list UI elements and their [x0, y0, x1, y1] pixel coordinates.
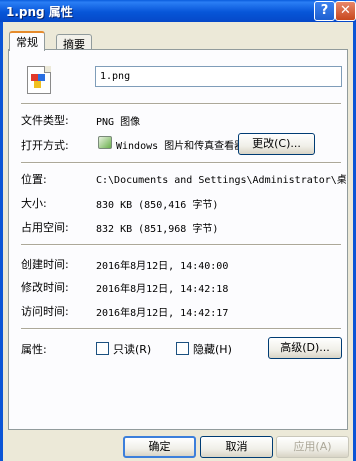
advanced-button[interactable]: 高级(D)...: [268, 337, 342, 359]
opens-with-value: Windows 图片和传真查看器: [116, 141, 245, 152]
png-file-icon: [27, 66, 51, 94]
modified-value: 2016年8月12日, 14:42:18: [96, 284, 229, 295]
window-title: 1.png 属性: [6, 5, 73, 19]
size-on-disk-label: 占用空间:: [21, 221, 69, 234]
image-viewer-icon: [98, 136, 112, 149]
created-value: 2016年8月12日, 14:40:00: [96, 261, 229, 272]
file-name-input[interactable]: [95, 66, 342, 87]
size-on-disk-value: 832 KB (851,968 字节): [96, 224, 219, 235]
opens-with-label: 打开方式:: [21, 139, 69, 152]
help-button[interactable]: ?: [314, 1, 335, 21]
location-label: 位置:: [21, 173, 47, 186]
file-type-label: 文件类型:: [21, 114, 69, 127]
accessed-label: 访问时间:: [21, 305, 69, 318]
title-bar: 1.png 属性 ? ✕: [0, 0, 356, 22]
cancel-button[interactable]: 取消: [200, 436, 273, 458]
ok-button[interactable]: 确定: [123, 436, 196, 458]
apply-button[interactable]: 应用(A): [276, 436, 349, 458]
location-value: C:\Documents and Settings\Administrator\…: [96, 175, 346, 186]
readonly-label[interactable]: 只读(R): [113, 341, 151, 357]
hidden-label[interactable]: 隐藏(H): [193, 341, 232, 357]
close-button[interactable]: ✕: [335, 1, 356, 21]
hidden-checkbox[interactable]: [176, 342, 189, 355]
general-tab-panel: [8, 49, 348, 430]
divider: [21, 162, 341, 164]
tab-general[interactable]: 常规: [9, 31, 45, 51]
modified-label: 修改时间:: [21, 281, 69, 294]
readonly-checkbox[interactable]: [96, 342, 109, 355]
divider: [21, 328, 341, 330]
divider: [21, 244, 341, 246]
divider: [21, 103, 341, 105]
created-label: 创建时间:: [21, 258, 69, 271]
accessed-value: 2016年8月12日, 14:42:17: [96, 308, 229, 319]
file-type-value: PNG 图像: [96, 117, 141, 128]
attributes-label: 属性:: [21, 343, 47, 356]
change-button[interactable]: 更改(C)...: [238, 133, 315, 155]
size-value: 830 KB (850,416 字节): [96, 200, 219, 211]
window-frame-left: [0, 22, 3, 461]
size-label: 大小:: [21, 197, 47, 210]
